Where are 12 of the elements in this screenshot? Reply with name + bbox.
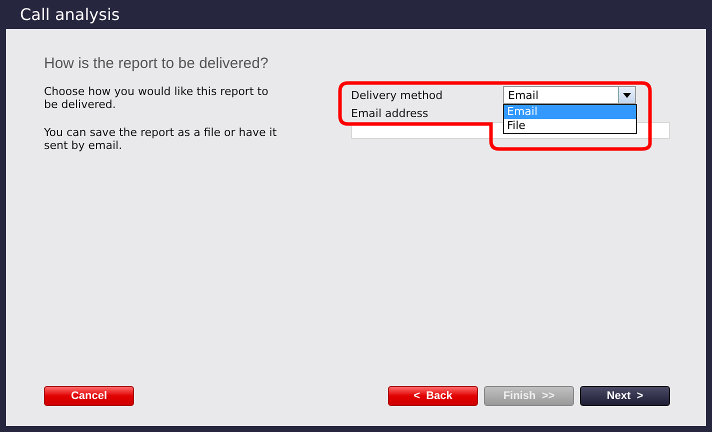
- delivery-method-select[interactable]: Email: [503, 86, 636, 104]
- help-text: You can save the report as a file or have it sent by email.: [44, 126, 278, 152]
- help-text: Choose how you would like this report to be delivered.: [44, 85, 270, 111]
- section-heading: How is the report to be delivered?: [44, 55, 270, 72]
- field-label: Delivery method: [351, 88, 444, 102]
- caret-icon: [618, 87, 635, 103]
- field-label: Email address: [351, 107, 428, 120]
- cancel-button[interactable]: Cancel: [44, 386, 134, 406]
- window-title: Call analysis: [19, 4, 121, 26]
- dropdown-option[interactable]: Email: [504, 105, 636, 119]
- wizard-button[interactable]: Next >: [580, 386, 670, 406]
- wizard-button[interactable]: < Back: [388, 386, 478, 406]
